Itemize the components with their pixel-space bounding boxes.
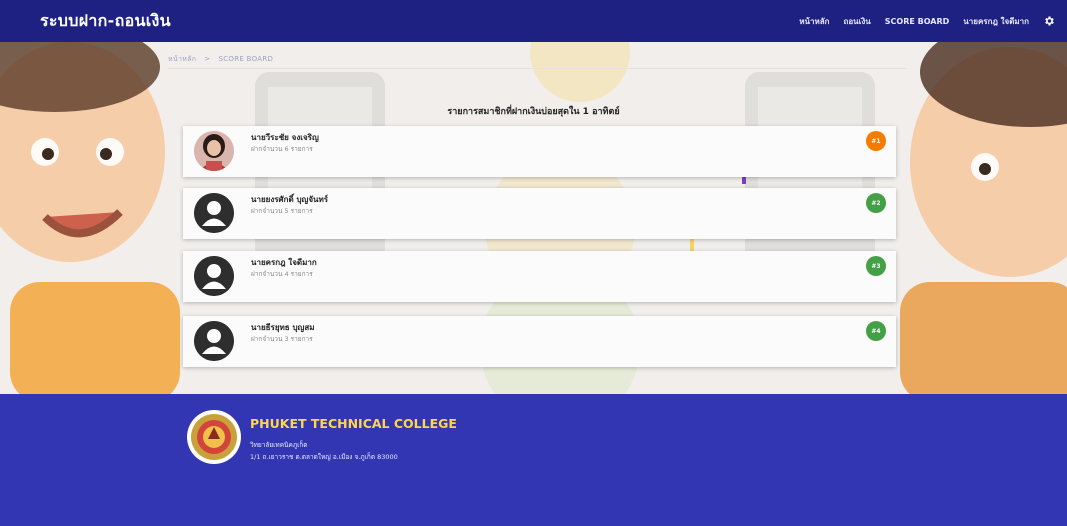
member-name: นายวีระชัย จงเจริญ — [251, 133, 319, 142]
rank-badge: #1 — [866, 131, 886, 151]
breadcrumb: หน้าหลัก > SCORE BOARD — [168, 54, 273, 65]
deposit-count: ฝากจำนวน 5 รายการ — [251, 207, 313, 215]
nav-scoreboard[interactable]: SCORE BOARD — [885, 17, 950, 26]
member-name: นายธีรยุทธ บุญสม — [251, 323, 315, 332]
rank-badge: #3 — [866, 256, 886, 276]
rank-badge: #2 — [866, 193, 886, 213]
top-navbar: ระบบฝาก-ถอนเงิน หน้าหลัก ถอนเงิน SCORE B… — [0, 0, 1067, 42]
gear-icon[interactable] — [1043, 15, 1055, 27]
score-card: นายครกฎ ใจดีมาก ฝากจำนวน 4 รายการ #3 — [183, 251, 896, 302]
profile-photo — [194, 131, 234, 171]
score-card: นายวีระชัย จงเจริญ ฝากจำนวน 6 รายการ #1 — [183, 126, 896, 177]
user-icon — [194, 193, 234, 233]
nav-withdraw[interactable]: ถอนเงิน — [844, 15, 871, 28]
member-name: นายครกฎ ใจดีมาก — [251, 258, 317, 267]
user-icon — [194, 256, 234, 296]
breadcrumb-home[interactable]: หน้าหลัก — [168, 55, 196, 63]
college-logo — [187, 410, 241, 464]
deposit-count: ฝากจำนวน 4 รายการ — [251, 270, 313, 278]
user-icon — [194, 321, 234, 361]
avatar — [194, 131, 234, 171]
avatar — [194, 321, 234, 361]
avatar — [194, 193, 234, 233]
scoreboard-hero: หน้าหลัก > SCORE BOARD รายการสมาชิกที่ฝากเ… — [0, 42, 1067, 394]
member-name: นายยงรศักดิ์ บุญจันทร์ — [251, 195, 329, 204]
score-card: นายยงรศักดิ์ บุญจันทร์ ฝากจำนวน 5 รายการ… — [183, 188, 896, 239]
deposit-count: ฝากจำนวน 3 รายการ — [251, 335, 313, 343]
nav-links: หน้าหลัก ถอนเงิน SCORE BOARD นายครกฎ ใจด… — [799, 15, 1055, 28]
avatar — [194, 256, 234, 296]
college-thai-name: วิทยาลัยเทคนิคภูเก็ต — [250, 441, 308, 449]
brand-title[interactable]: ระบบฝาก-ถอนเงิน — [40, 9, 171, 34]
nav-home[interactable]: หน้าหลัก — [799, 15, 829, 28]
breadcrumb-current: SCORE BOARD — [218, 55, 274, 63]
college-name: PHUKET TECHNICAL COLLEGE — [250, 416, 457, 431]
scoreboard-title: รายการสมาชิกที่ฝากเงินบ่อยสุดใน 1 อาทิตย… — [447, 107, 620, 117]
college-address: 1/1 ถ.เยาวราช ต.ตลาดใหญ่ อ.เมือง จ.ภูเก็… — [250, 453, 398, 461]
nav-user-name[interactable]: นายครกฎ ใจดีมาก — [963, 15, 1029, 28]
site-footer: PHUKET TECHNICAL COLLEGE วิทยาลัยเทคนิคภ… — [0, 394, 1067, 526]
breadcrumb-divider — [168, 68, 906, 69]
breadcrumb-separator: > — [204, 55, 211, 63]
score-card: นายธีรยุทธ บุญสม ฝากจำนวน 3 รายการ #4 — [183, 316, 896, 367]
rank-badge: #4 — [866, 321, 886, 341]
deposit-count: ฝากจำนวน 6 รายการ — [251, 145, 313, 153]
